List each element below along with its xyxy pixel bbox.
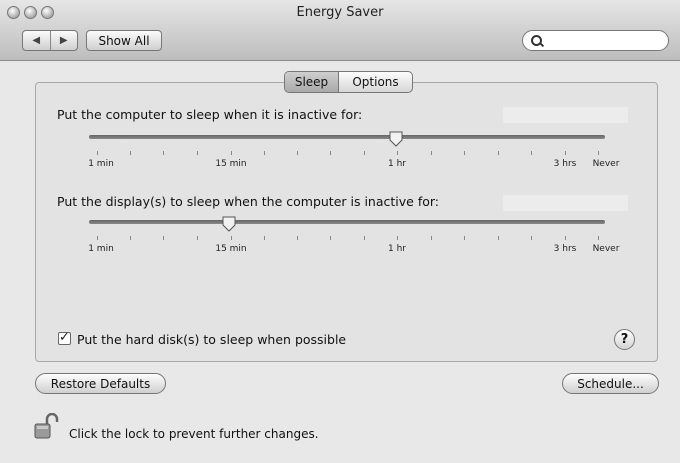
tick-label: 1 min	[88, 244, 114, 254]
computer-sleep-track[interactable]	[89, 135, 605, 139]
lock-message: Click the lock to prevent further change…	[69, 427, 319, 441]
slider-tick	[163, 151, 164, 155]
slider-tick	[397, 151, 398, 155]
search-field[interactable]	[522, 30, 669, 51]
tick-label: Never	[592, 159, 620, 169]
title-bar: Energy Saver ◀ ▶ Show All	[0, 0, 680, 61]
slider-tick	[565, 236, 566, 240]
slider-tick	[498, 151, 499, 155]
restore-defaults-button[interactable]: Restore Defaults	[35, 373, 166, 394]
slider-tick	[197, 151, 198, 155]
lock-icon[interactable]	[33, 412, 61, 443]
slider-tick	[565, 151, 566, 155]
slider-tick	[297, 151, 298, 155]
display-sleep-thumb[interactable]	[222, 216, 236, 232]
slider-tick	[163, 236, 164, 240]
slider-tick	[598, 151, 599, 155]
display-sleep-readout	[503, 195, 628, 211]
slider-tick	[130, 236, 131, 240]
slider-tick	[531, 151, 532, 155]
search-icon	[531, 35, 542, 46]
display-sleep-label: Put the display(s) to sleep when the com…	[57, 194, 440, 209]
hard-disk-sleep-checkbox[interactable]	[58, 330, 71, 345]
tab-options[interactable]: Options	[339, 72, 412, 92]
forward-button[interactable]: ▶	[49, 31, 78, 50]
show-all-button[interactable]: Show All	[86, 30, 162, 51]
hard-disk-sleep-label: Put the hard disk(s) to sleep when possi…	[77, 332, 347, 347]
slider-tick	[464, 236, 465, 240]
tick-label: 1 hr	[388, 244, 406, 254]
slider-tick	[264, 236, 265, 240]
history-nav: ◀ ▶	[22, 30, 78, 51]
slider-tick	[364, 151, 365, 155]
slider-tick	[97, 151, 98, 155]
slider-tick	[97, 236, 98, 240]
computer-sleep-readout	[503, 107, 628, 123]
slider-tick	[464, 151, 465, 155]
slider-tick	[297, 236, 298, 240]
tick-label: Never	[592, 244, 620, 254]
slider-tick	[130, 151, 131, 155]
slider-tick	[531, 236, 532, 240]
slider-tick	[364, 236, 365, 240]
slider-tick	[330, 236, 331, 240]
slider-tick	[231, 151, 232, 155]
display-sleep-track[interactable]	[89, 220, 605, 224]
slider-tick	[397, 236, 398, 240]
tick-label: 1 hr	[388, 159, 406, 169]
tick-label: 15 min	[215, 159, 247, 169]
slider-tick	[264, 151, 265, 155]
slider-tick	[431, 236, 432, 240]
computer-sleep-thumb[interactable]	[389, 131, 403, 147]
slider-tick	[598, 236, 599, 240]
slider-tick	[197, 236, 198, 240]
slider-tick	[330, 151, 331, 155]
schedule-button[interactable]: Schedule...	[562, 373, 659, 394]
tick-label: 1 min	[88, 159, 114, 169]
slider-tick	[231, 236, 232, 240]
window-title: Energy Saver	[296, 5, 384, 20]
search-input[interactable]	[549, 33, 663, 50]
help-button[interactable]: ?	[614, 329, 635, 350]
back-button[interactable]: ◀	[23, 31, 50, 50]
tick-label: 3 hrs	[553, 244, 577, 254]
slider-tick	[498, 236, 499, 240]
slider-tick	[431, 151, 432, 155]
tick-label: 3 hrs	[553, 159, 577, 169]
tab-sleep[interactable]: Sleep	[285, 72, 339, 92]
computer-sleep-label: Put the computer to sleep when it is ina…	[57, 107, 363, 122]
tick-label: 15 min	[215, 244, 247, 254]
tab-control: Sleep Options	[284, 71, 413, 93]
